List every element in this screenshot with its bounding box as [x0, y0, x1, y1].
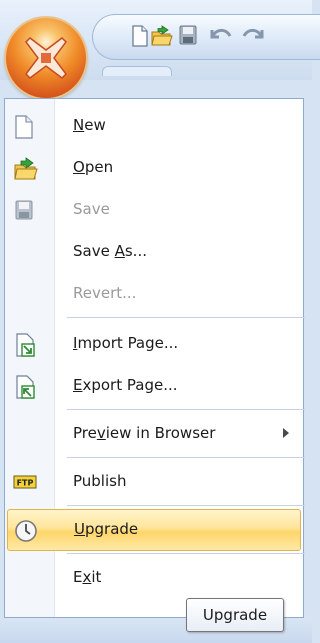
menu-item-label: Open [73, 158, 114, 176]
menu-item-upgrade[interactable]: Upgrade [7, 509, 301, 551]
clock-icon [14, 519, 38, 543]
menu-item-import-page[interactable]: Import Page... [5, 323, 303, 365]
menu-item-preview-in-browser[interactable]: Preview in Browser [5, 413, 303, 455]
save-disk-icon[interactable] [178, 24, 202, 50]
menu-item-label: Save [73, 200, 110, 218]
menu-item-save-as[interactable]: Save As... [5, 231, 303, 273]
submenu-arrow-icon [283, 428, 289, 438]
import-page-icon [13, 332, 37, 357]
redo-icon[interactable] [240, 24, 264, 50]
ftp-icon: FTP [13, 474, 37, 498]
ribbon-tab[interactable] [102, 66, 172, 76]
menu-item-exit[interactable]: Exit [5, 557, 303, 599]
menu-item-label: Publish [73, 472, 127, 490]
menu-item-label: Preview in Browser [73, 424, 216, 442]
menu-item-revert: Revert... [5, 273, 303, 315]
new-document-icon [13, 114, 37, 139]
menu-separator [67, 505, 305, 506]
save-disk-icon [13, 198, 37, 222]
menu-item-label: New [73, 116, 106, 134]
menu-item-label: Revert... [73, 284, 137, 302]
application-menu-orb-button[interactable] [6, 18, 86, 98]
menu-item-label: Save As... [73, 242, 147, 260]
menu-separator [67, 457, 305, 458]
menu-item-save: Save [5, 189, 303, 231]
menu-separator [67, 553, 305, 554]
open-folder-icon [13, 156, 38, 180]
menu-item-export-page[interactable]: Export Page... [5, 365, 303, 407]
menu-separator [67, 409, 305, 410]
menu-item-label: Export Page... [73, 376, 178, 394]
export-page-icon [13, 374, 37, 399]
menu-separator [67, 317, 305, 318]
undo-icon[interactable] [208, 24, 232, 50]
close-x-icon [25, 37, 67, 79]
menu-item-new[interactable]: New [5, 105, 303, 147]
open-folder-icon[interactable] [150, 24, 174, 50]
svg-text:FTP: FTP [17, 479, 34, 488]
menu-item-label: Import Page... [73, 334, 179, 352]
application-menu: New Open Save Save As... Revert... Impor… [4, 98, 305, 618]
tooltip: Upgrade [186, 598, 284, 632]
quick-access-toolbar [92, 14, 320, 60]
menu-item-label: Exit [73, 568, 102, 586]
menu-item-publish[interactable]: FTP Publish [5, 461, 303, 503]
menu-item-open[interactable]: Open [5, 147, 303, 189]
menu-item-label: Upgrade [74, 520, 139, 538]
